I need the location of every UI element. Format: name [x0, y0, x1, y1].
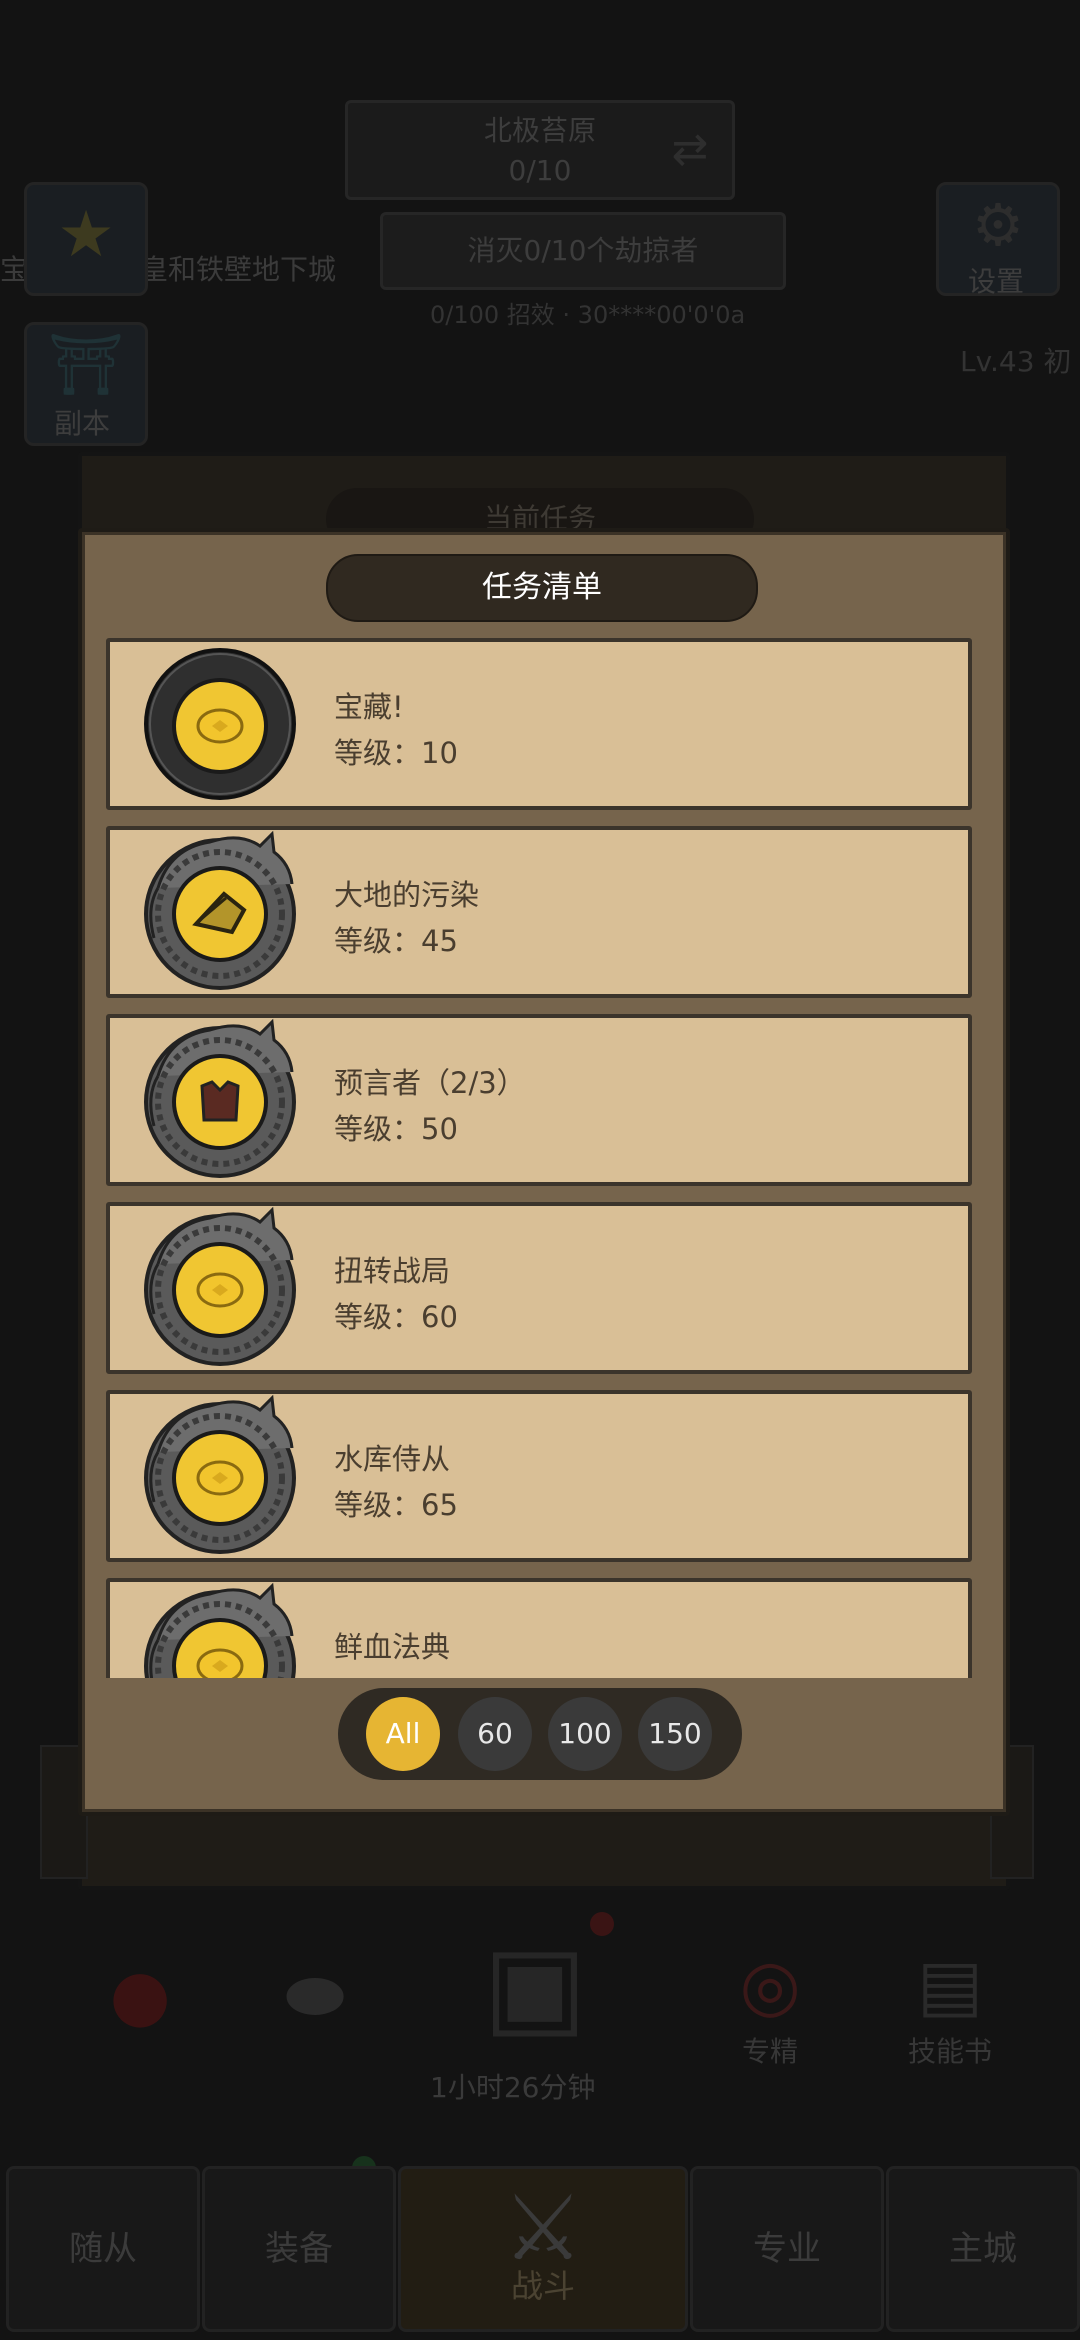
bread-item: ⬬ — [250, 1950, 380, 2040]
quest-level: 等级：10 — [334, 736, 458, 770]
cheese-medal-icon — [136, 828, 304, 996]
bottom-nav: 随从 装备 ⚔ 战斗 专业 主城 — [0, 2150, 1080, 2340]
book-icon: ▤ — [916, 1944, 984, 2026]
filter-150-button[interactable]: 150 — [638, 1697, 712, 1771]
star-icon: ★ — [57, 198, 115, 272]
quest-card[interactable]: 水库侍从等级：65 — [106, 1390, 972, 1562]
quest-name: 预言者（2/3） — [334, 1066, 526, 1100]
meat-icon: ● — [109, 1954, 171, 2036]
tab-profession: 专业 — [690, 2166, 884, 2332]
filter-100-button[interactable]: 100 — [548, 1697, 622, 1771]
skillbook-label: 技能书 — [907, 2035, 992, 2068]
tab-battle-label: 战斗 — [510, 2267, 575, 2305]
quest-sub-text: 0/100 招效 · 30****00'0'0a — [430, 301, 746, 329]
quest-card[interactable]: 大地的污染等级：45 — [106, 826, 972, 998]
quest-card[interactable]: 预言者（2/3） 等级：50 — [106, 1014, 972, 1186]
chest-icon: ▣ — [483, 1921, 587, 2049]
modal-title: 任务清单 — [326, 554, 758, 622]
target-icon: ◎ — [739, 1944, 801, 2026]
chest-timer: 1小时26分钟 — [430, 2071, 596, 2104]
notification-dot — [590, 1912, 614, 1936]
quest-card[interactable]: 扭转战局等级：60 — [106, 1202, 972, 1374]
quest-card[interactable]: 宝藏! 等级：10 — [106, 638, 972, 810]
filter-all-button[interactable]: All — [366, 1697, 440, 1771]
star-button: ★ — [24, 182, 148, 296]
quest-card[interactable]: 鲜血法典等级：70 — [106, 1578, 972, 1678]
coin-medal-icon — [136, 640, 304, 808]
chest-item: ▣ — [450, 1920, 620, 2050]
current-quest-bar: 消灭0/10个劫掠者 — [380, 212, 786, 290]
quest-level: 等级：65 — [334, 1488, 458, 1522]
right-level-text: Lv.43 初 — [960, 345, 1072, 378]
quest-name: 宝藏! — [334, 690, 404, 724]
tab-followers: 随从 — [6, 2166, 200, 2332]
settings-label: 设置 — [968, 265, 1025, 298]
gear-icon: ⚙ — [972, 191, 1024, 259]
tab-main-city: 主城 — [886, 2166, 1080, 2332]
quest-name: 大地的污染 — [334, 878, 480, 912]
gate-icon: ⛩ — [47, 330, 125, 400]
quest-level: 等级：45 — [334, 924, 458, 958]
quest-name: 鲜血法典 — [334, 1630, 451, 1664]
quest-level: 等级：50 — [334, 1112, 458, 1146]
mastery-item: ◎ 专精 — [700, 1940, 840, 2070]
mastery-label: 专精 — [741, 2035, 798, 2068]
dungeon-label: 副本 — [54, 407, 111, 440]
coin-medal-icon — [136, 1580, 304, 1678]
bread-icon: ⬬ — [285, 1954, 345, 2036]
swap-arrows-icon: ⇄ — [671, 124, 709, 175]
quest-level: 等级：60 — [334, 1300, 458, 1334]
filter-60-button[interactable]: 60 — [458, 1697, 532, 1771]
quest-name: 水库侍从 — [334, 1442, 451, 1476]
quest-list[interactable]: 宝藏! 等级：10 大地的污染等级：45 预言者（2/3） 等级：50 扭转战局等级：60… — [104, 632, 976, 1678]
coin-medal-icon — [136, 1204, 304, 1372]
quest-level: 等级：70 — [334, 1670, 458, 1678]
skillbook-item: ▤ 技能书 — [880, 1940, 1020, 2070]
meat-item: ● — [80, 1950, 200, 2040]
coin-medal-icon — [136, 1392, 304, 1560]
tab-battle: ⚔ 战斗 — [398, 2166, 688, 2332]
quest-name: 扭转战局 — [334, 1254, 451, 1288]
tab-equipment: 装备 — [202, 2166, 396, 2332]
armor-medal-icon — [136, 1016, 304, 1184]
